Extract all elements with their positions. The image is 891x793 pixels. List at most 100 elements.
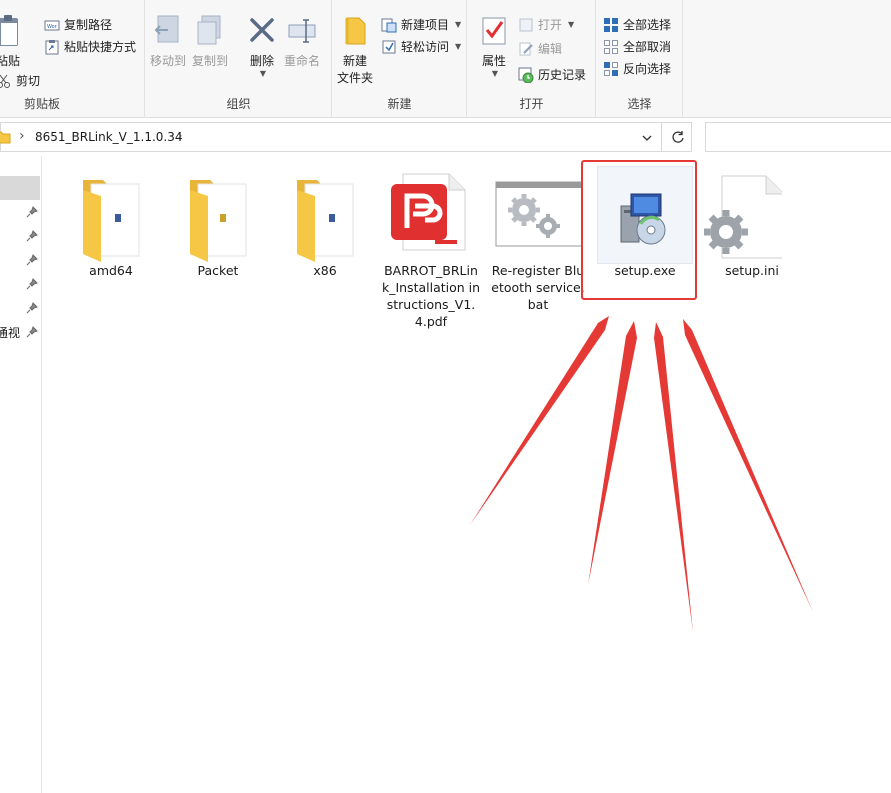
file-item-bat[interactable]: Re-register Bluetooth service.bat (488, 170, 588, 313)
properties-label: 属性 (481, 54, 506, 68)
cut-label: 剪切 (16, 74, 41, 88)
new-group: 新建 文件夹 新建项目 ▼ 轻松访问 ▼ 新建 (333, 0, 467, 118)
paste-shortcut-button[interactable]: 粘贴快捷方式 (44, 38, 136, 55)
file-item-setup-ini[interactable]: setup.ini (702, 170, 802, 279)
move-to-label: 移动到 (150, 54, 187, 68)
file-item-amd64[interactable]: amd64 (61, 170, 161, 279)
ribbon: 粘贴 Wor 复制路径 粘贴快捷方式 剪切 剪贴板 移动到 复制到 删除 ▼ 重… (0, 0, 891, 118)
rename-icon (288, 19, 316, 43)
select-all-label: 全部选择 (623, 18, 672, 32)
pin-icon[interactable] (26, 230, 38, 242)
new-folder-button[interactable]: 新建 文件夹 (337, 14, 373, 86)
move-to-button[interactable]: 移动到 (150, 14, 186, 69)
select-none-button[interactable]: 全部取消 (603, 38, 671, 55)
delete-dropdown-caret[interactable]: ▼ (260, 69, 266, 78)
arrow (470, 316, 813, 632)
new-group-label: 新建 (387, 97, 412, 111)
copy-to-button[interactable]: 复制到 (192, 14, 228, 69)
open-group-label: 打开 (519, 97, 544, 111)
edit-label: 编辑 (538, 42, 563, 56)
paste-shortcut-icon (45, 39, 59, 54)
paste-shortcut-label: 粘贴快捷方式 (64, 40, 137, 54)
easy-access-caret: ▼ (455, 42, 462, 51)
annotation-arrows (470, 316, 813, 632)
select-none-label: 全部取消 (623, 40, 672, 54)
scissors-icon (0, 74, 10, 88)
file-name: x86 (313, 263, 337, 278)
clipboard-group: 粘贴 Wor 复制路径 粘贴快捷方式 剪切 剪贴板 (0, 0, 145, 118)
folder-small-icon (0, 131, 11, 144)
delete-label: 删除 (249, 54, 274, 68)
address-bar[interactable]: › 8651_BRLink_V_1.1.0.34 › (0, 122, 692, 152)
history-button[interactable]: 历史记录 (518, 66, 586, 83)
rename-label: 重命名 (284, 54, 321, 68)
history-label: 历史记录 (538, 68, 587, 82)
new-item-label: 新建项目 (401, 18, 450, 32)
properties-button[interactable]: 属性 ▼ (478, 14, 510, 78)
open-button[interactable]: 打开 ▼ (518, 16, 574, 33)
file-item-packet[interactable]: Packet (168, 170, 268, 279)
new-item-button[interactable]: 新建项目 ▼ (381, 16, 461, 33)
history-icon (518, 67, 534, 83)
nav-item-label[interactable]: 通视 (0, 324, 20, 341)
new-folder-label-2: 文件夹 (337, 71, 374, 85)
pin-icon[interactable] (26, 206, 38, 218)
nav-selected-item[interactable] (0, 176, 40, 200)
paste-label: 粘贴 (0, 54, 20, 68)
new-folder-label-1: 新建 (343, 54, 368, 68)
rename-button[interactable]: 重命名 (284, 14, 320, 69)
invert-selection-icon (604, 61, 618, 76)
easy-access-button[interactable]: 轻松访问 ▼ (381, 38, 461, 55)
organize-group-label: 组织 (226, 97, 251, 111)
settings-file-icon (704, 175, 782, 259)
file-item-pdf[interactable]: BARROT_BRLink_Installation instructions_… (381, 170, 481, 330)
cut-button[interactable]: 剪切 (0, 72, 40, 89)
copy-to-label: 复制到 (192, 54, 229, 68)
new-folder-icon (345, 17, 366, 45)
copy-path-label: 复制路径 (64, 18, 113, 32)
file-name: amd64 (89, 263, 133, 278)
svg-text:Wor: Wor (47, 24, 58, 30)
select-group: 全部选择 全部取消 反向选择 选择 (597, 0, 683, 118)
select-all-button[interactable]: 全部选择 (603, 16, 671, 33)
properties-caret[interactable]: ▼ (492, 69, 498, 78)
new-item-caret: ▼ (455, 20, 462, 29)
delete-x-icon (250, 18, 274, 42)
paste-icon (0, 15, 18, 46)
breadcrumb-chevron-icon[interactable]: › (177, 128, 183, 144)
open-group: 属性 ▼ 打开 ▼ 编辑 历史记录 打开 (468, 0, 596, 118)
invert-selection-button[interactable]: 反向选择 (603, 60, 671, 77)
pin-icon[interactable] (26, 302, 38, 314)
organize-group: 移动到 复制到 删除 ▼ 重命名 组织 (146, 0, 332, 118)
pin-icon[interactable] (26, 326, 38, 338)
paste-button[interactable]: 粘贴 (0, 14, 24, 69)
delete-button[interactable]: 删除 ▼ (246, 14, 278, 78)
easy-access-icon (382, 40, 396, 53)
open-icon (519, 18, 533, 31)
refresh-icon[interactable] (671, 130, 685, 144)
pin-icon[interactable] (26, 278, 38, 290)
address-divider (661, 123, 662, 151)
select-none-icon (604, 39, 618, 54)
easy-access-label: 轻松访问 (401, 40, 450, 54)
file-name: Packet (197, 263, 239, 278)
file-name: BARROT_BRLink_Installation instructions_… (381, 263, 481, 329)
select-group-label: 选择 (627, 97, 652, 111)
invert-selection-label: 反向选择 (623, 62, 672, 76)
pdf-icon (391, 173, 466, 251)
copy-path-button[interactable]: Wor 复制路径 (44, 16, 112, 33)
chevron-down-icon[interactable] (641, 132, 653, 144)
folder-icon (83, 180, 140, 262)
new-item-icon (381, 18, 397, 32)
open-label: 打开 (538, 18, 563, 32)
search-box[interactable] (705, 122, 891, 152)
clipboard-group-label: 剪贴板 (23, 97, 60, 111)
file-item-x86[interactable]: x86 (275, 170, 375, 279)
open-caret: ▼ (568, 20, 575, 29)
edit-button[interactable]: 编辑 (518, 40, 562, 57)
navigation-pane: 通视 (0, 156, 42, 793)
pin-icon[interactable] (26, 254, 38, 266)
folder-icon (190, 180, 247, 262)
address-separator: › (19, 128, 25, 144)
address-path[interactable]: 8651_BRLink_V_1.1.0.34 (35, 130, 183, 144)
